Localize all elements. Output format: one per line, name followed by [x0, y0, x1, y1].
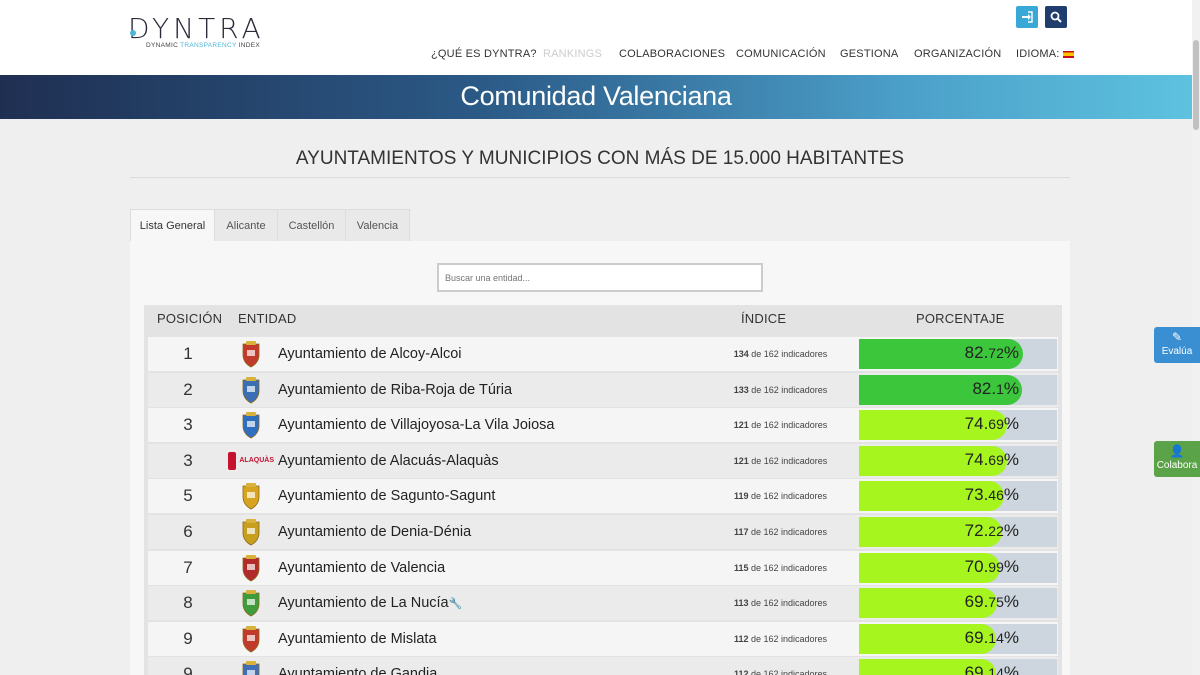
row-indicators: 121 de 162 indicadores: [733, 420, 828, 431]
nav-gestiona[interactable]: GESTIONA: [840, 48, 898, 60]
table-row[interactable]: 9 Ayuntamiento de Mislata 112 de 162 ind…: [148, 621, 1058, 656]
row-percent: 82.72%: [964, 343, 1019, 362]
row-position: 3: [183, 415, 193, 435]
table-row[interactable]: 8 Ayuntamiento de La Nucía🔧 113 de 162 i…: [148, 586, 1058, 621]
nav-idioma[interactable]: IDIOMA:: [1016, 48, 1074, 60]
row-percent: 74.69%: [964, 414, 1019, 434]
row-entity-name[interactable]: Ayuntamiento de Alacuás-Alaquàs: [278, 453, 499, 469]
add-user-icon: 👤: [1169, 444, 1185, 458]
entity-crest-icon: [242, 661, 260, 675]
row-entity-name[interactable]: Ayuntamiento de Denia-Dénia: [278, 524, 471, 540]
row-percent: 69.14%: [964, 663, 1019, 675]
row-position: 9: [183, 664, 193, 675]
main-nav: ¿QUÉ ES DYNTRA? RANKINGS COLABORACIONES …: [0, 48, 1200, 62]
header-index: ÍNDICE: [741, 311, 787, 326]
row-indicators: 117 de 162 indicadores: [733, 527, 828, 537]
entity-crest-icon: [242, 590, 260, 617]
row-position: 5: [183, 486, 193, 506]
row-indicators: 119 de 162 indicadores: [733, 491, 828, 502]
row-position: 9: [183, 628, 193, 648]
row-entity-name[interactable]: Ayuntamiento de La Nucía🔧: [278, 595, 462, 611]
scrollbar-thumb[interactable]: [1193, 40, 1199, 130]
login-button[interactable]: [1016, 6, 1038, 28]
table-row[interactable]: 6 Ayuntamiento de Denia-Dénia 117 de 162…: [148, 515, 1058, 549]
nav-comunicacion[interactable]: COMUNICACIÓN: [736, 48, 826, 60]
table-row[interactable]: 1 Ayuntamiento de Alcoy-Alcoi 134 de 162…: [148, 337, 1058, 371]
row-indicators: 121 de 162 indicadores: [733, 455, 828, 466]
row-percent: 70.99%: [964, 556, 1019, 576]
site-header: DYNTRA DYNAMIC TRANSPARENCY INDEX ¿QUÉ E…: [0, 0, 1200, 75]
table-row[interactable]: 7 Ayuntamiento de Valencia 115 de 162 in…: [148, 550, 1058, 585]
entity-crest-icon: [242, 483, 260, 510]
table-row[interactable]: 2 Ayuntamiento de Riba-Roja de Túria 133…: [148, 372, 1058, 407]
nav-rankings[interactable]: RANKINGS: [543, 48, 602, 60]
row-percent: 69.14%: [964, 627, 1019, 647]
row-percent: 69.75%: [964, 592, 1019, 612]
header-entity: ENTIDAD: [238, 311, 297, 326]
row-percent: 82.1%: [972, 378, 1019, 398]
dyntra-logo[interactable]: DYNTRA DYNAMIC TRANSPARENCY INDEX: [128, 12, 273, 52]
row-indicators: 133 de 162 indicadores: [733, 384, 828, 395]
row-position: 2: [183, 379, 193, 399]
search-icon: [1050, 11, 1062, 23]
entity-crest-icon: [242, 625, 260, 653]
nav-organizacion[interactable]: ORGANIZACIÓN: [914, 48, 1001, 60]
row-indicators: 115 de 162 indicadores: [733, 562, 828, 573]
row-position: 8: [183, 593, 193, 613]
table-row[interactable]: 9 Ayuntamiento de Gandia 112 de 162 indi…: [148, 657, 1058, 675]
section-divider: [130, 177, 1070, 178]
entity-search-input[interactable]: [437, 263, 763, 292]
header-percent: PORCENTAJE: [916, 311, 1005, 326]
row-position: 3: [183, 450, 193, 470]
row-entity-name[interactable]: Ayuntamiento de Riba-Roja de Túria: [278, 382, 512, 398]
row-position: 1: [183, 344, 193, 363]
row-entity-name[interactable]: Ayuntamiento de Alcoy-Alcoi: [278, 346, 462, 362]
logo-wordmark: DYNTRA: [128, 12, 265, 45]
entity-crest-icon: ALAQUÀS: [228, 447, 274, 475]
pencil-icon: ✎: [1171, 330, 1183, 344]
row-percent: 74.69%: [964, 449, 1019, 469]
row-indicators: 112 de 162 indicadores: [733, 633, 828, 644]
table-row[interactable]: 3 Ayuntamiento de Villajoyosa-La Vila Jo…: [148, 408, 1058, 443]
evalua-button[interactable]: ✎ Evalúa: [1154, 327, 1200, 363]
table-row[interactable]: 3 ALAQUÀS Ayuntamiento de Alacuás-Alaquà…: [148, 443, 1058, 478]
search-button[interactable]: [1045, 6, 1067, 28]
entity-crest-icon: [242, 376, 260, 404]
row-percent: 73.46%: [964, 485, 1019, 505]
wrench-icon: 🔧: [448, 598, 463, 611]
row-position: 7: [183, 557, 193, 577]
sign-in-icon: [1022, 11, 1033, 23]
logo-dot-icon: [130, 30, 136, 36]
entity-crest-icon: [242, 554, 260, 582]
header-position: POSICIÓN: [157, 311, 223, 326]
tab-valencia[interactable]: Valencia: [345, 209, 410, 241]
row-indicators: 112 de 162 indicadores: [733, 669, 828, 675]
region-banner: Comunidad Valenciana: [0, 75, 1192, 119]
row-indicators: 113 de 162 indicadores: [733, 598, 828, 609]
row-entity-name[interactable]: Ayuntamiento de Valencia: [278, 560, 445, 576]
entity-crest-icon: [242, 412, 260, 439]
tab-lista-general[interactable]: Lista General: [130, 209, 215, 242]
page-title: Comunidad Valenciana: [460, 81, 732, 111]
tab-castellon[interactable]: Castellón: [277, 209, 346, 241]
row-entity-name[interactable]: Ayuntamiento de Villajoyosa-La Vila Joio…: [278, 417, 554, 433]
row-entity-name[interactable]: Ayuntamiento de Mislata: [278, 631, 437, 647]
row-percent: 72.22%: [964, 521, 1019, 540]
nav-que-es-dyntra[interactable]: ¿QUÉ ES DYNTRA?: [431, 48, 537, 60]
row-entity-name[interactable]: Ayuntamiento de Gandia: [278, 666, 437, 675]
row-entity-name[interactable]: Ayuntamiento de Sagunto-Sagunt: [278, 488, 495, 504]
row-position: 6: [183, 522, 193, 541]
nav-colaboraciones[interactable]: COLABORACIONES: [619, 48, 725, 60]
table-row[interactable]: 5 Ayuntamiento de Sagunto-Sagunt 119 de …: [148, 479, 1058, 514]
spain-flag-icon: [1062, 50, 1074, 58]
row-indicators: 134 de 162 indicadores: [733, 349, 828, 359]
colabora-button[interactable]: 👤 Colabora: [1154, 441, 1200, 477]
tab-alicante[interactable]: Alicante: [214, 209, 278, 241]
section-title: AYUNTAMIENTOS Y MUNICIPIOS CON MÁS DE 15…: [295, 148, 905, 169]
entity-crest-icon: [242, 519, 260, 546]
entity-crest-icon: [242, 341, 260, 368]
